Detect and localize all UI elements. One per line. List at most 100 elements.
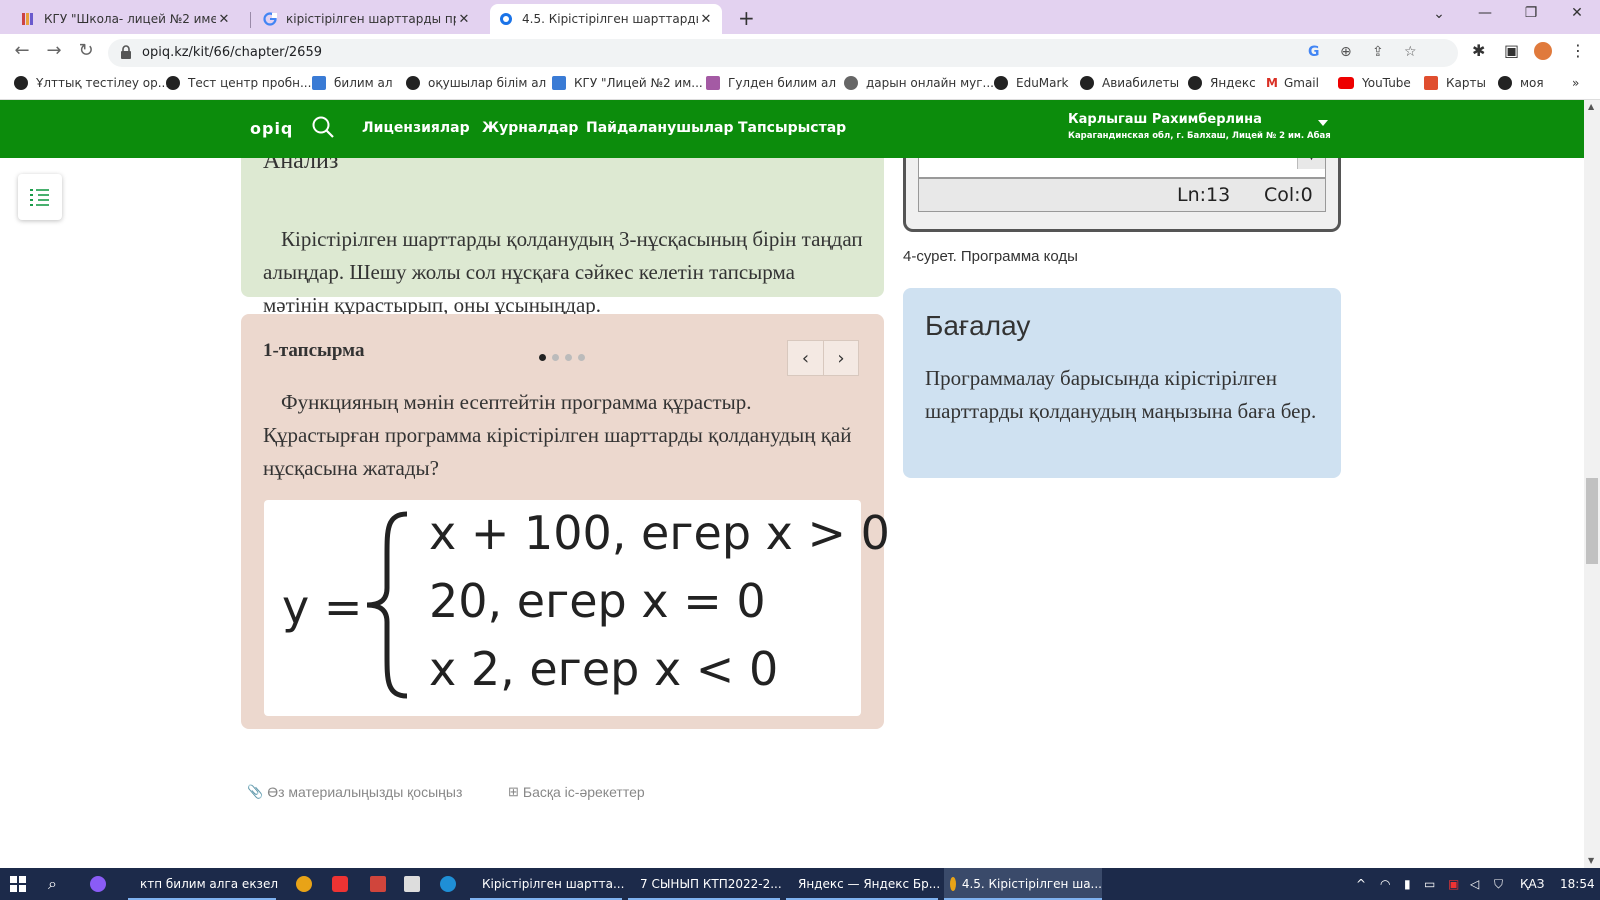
new-tab-button[interactable]: + (738, 6, 755, 30)
bookmark-item[interactable]: EduMark (994, 76, 1068, 90)
zoom-icon[interactable]: ⊕ (1340, 44, 1352, 60)
bookmarks-bar: Ұлттық тестілеу ор... Тест центр пробн..… (0, 70, 1600, 100)
slide-dot[interactable] (539, 354, 546, 361)
scroll-down-arrow-icon[interactable]: ▼ (1588, 856, 1594, 865)
column-indicator: Col:0 (1264, 184, 1313, 206)
formula-case: 20, егер x = 0 (429, 574, 766, 628)
bookmark-item[interactable]: Яндекс (1188, 76, 1256, 90)
bookmark-item[interactable]: Карты (1424, 76, 1486, 90)
paperclip-icon: 📎 (247, 784, 264, 799)
nav-link-licenses[interactable]: Лицензиялар (362, 120, 470, 136)
add-material-link[interactable]: 📎 Өз материалыңызды қосыңыз (247, 784, 462, 800)
reload-button[interactable]: ↻ (74, 40, 98, 61)
tab-title: 4.5. Кірістірілген шарттарды про (522, 12, 698, 26)
forward-button[interactable]: → (42, 40, 66, 61)
feather-icon (844, 76, 858, 90)
prev-slide-button[interactable]: ‹ (788, 341, 823, 375)
card-text: Кірістірілген шарттарды қолданудың 3-нұс… (263, 227, 863, 317)
yandex-icon[interactable] (332, 876, 348, 892)
card-heading: Бағалау (925, 310, 1031, 341)
page-viewport: opiq Лицензиялар Журналдар Пайдаланушыла… (0, 100, 1584, 868)
restore-button[interactable]: ❐ (1516, 5, 1546, 21)
bookmark-item[interactable]: моя (1498, 76, 1544, 90)
site-logo[interactable]: opiq (250, 119, 293, 138)
windows-icon (10, 876, 26, 892)
more-bookmarks-button[interactable]: » (1572, 76, 1579, 90)
search-icon[interactable]: ⌕ (48, 868, 57, 900)
scroll-up-arrow-icon[interactable]: ▲ (1588, 102, 1594, 111)
notepad-icon[interactable] (404, 876, 420, 892)
microphone-icon[interactable]: ▮ (1404, 877, 1411, 891)
volume-icon[interactable]: ◁ (1470, 877, 1479, 891)
bookmark-item[interactable]: оқушылар білім ал (406, 76, 546, 90)
tab-title: кірістірілген шарттарды програ (286, 12, 456, 26)
table-of-contents-button[interactable] (18, 174, 62, 220)
next-slide-button[interactable]: › (823, 341, 858, 375)
bookmark-item[interactable]: КГУ "Лицей №2 им... (552, 76, 703, 90)
bookmark-item[interactable]: Авиабилеты (1080, 76, 1179, 90)
share-icon[interactable]: ⇪ (1372, 44, 1384, 60)
antivirus-icon[interactable]: ▣ (1448, 877, 1459, 891)
nav-link-orders[interactable]: Тапсырыстар (738, 120, 846, 136)
start-button[interactable] (10, 868, 26, 900)
tab-search-icon[interactable]: ⌄ (1424, 6, 1454, 22)
battery-icon[interactable]: ▭ (1424, 877, 1435, 891)
nav-link-users[interactable]: Пайдаланушылар (586, 120, 733, 136)
taskbar-item[interactable]: Яндекс — Яндекс Бр... (786, 868, 940, 900)
bookmark-star-icon[interactable]: ☆ (1404, 44, 1417, 60)
user-name[interactable]: Карлыгаш Рахимберлина (1068, 112, 1262, 127)
browser-tab-active[interactable]: 4.5. Кірістірілген шарттарды про ✕ (490, 4, 722, 34)
chrome-icon[interactable] (296, 876, 312, 892)
chevron-up-icon[interactable]: ^ (1356, 877, 1366, 891)
card-text: Программалау барысында кірістірілген шар… (925, 366, 1317, 423)
bookmark-item[interactable]: дарын онлайн муг... (844, 76, 994, 90)
bookmark-item[interactable]: Гулден билим ал (706, 76, 836, 90)
assistant-icon[interactable] (90, 876, 106, 892)
back-button[interactable]: ← (10, 40, 34, 61)
profile-avatar[interactable] (1534, 42, 1552, 60)
other-actions-link[interactable]: ⊞ Басқа іс-әрекеттер (508, 784, 645, 800)
bookmark-item[interactable]: M Gmail (1266, 76, 1319, 90)
list-icon (30, 189, 49, 206)
slide-dot[interactable] (552, 354, 559, 361)
google-lens-icon[interactable]: G (1308, 44, 1320, 60)
app-grid-icon[interactable] (370, 876, 386, 892)
taskbar-item[interactable]: 7 СЫНЫП КТП2022-2... (628, 868, 782, 900)
menu-icon[interactable]: ⋮ (1570, 41, 1586, 60)
slide-dot[interactable] (578, 354, 585, 361)
close-icon[interactable]: ✕ (216, 12, 232, 27)
figure-caption: 4-сурет. Программа коды (903, 248, 1078, 265)
extensions-icon[interactable]: ✱ (1472, 41, 1485, 60)
bookmark-item[interactable]: YouTube (1338, 76, 1411, 90)
browser-tab[interactable]: кірістірілген шарттарды програ ✕ (254, 4, 480, 34)
scrollbar-thumb[interactable] (1586, 478, 1598, 564)
google-icon (262, 11, 278, 27)
nav-link-journals[interactable]: Журналдар (482, 120, 578, 136)
minimize-button[interactable]: — (1470, 5, 1500, 21)
bookmark-item[interactable]: билим ал (312, 76, 393, 90)
address-toolbar: ← → ↻ opiq.kz/kit/66/chapter/2659 G ⊕ ⇪ … (0, 34, 1600, 70)
edge-icon[interactable] (440, 876, 456, 892)
address-bar[interactable]: opiq.kz/kit/66/chapter/2659 G ⊕ ⇪ ☆ (108, 39, 1458, 67)
chevron-down-icon[interactable] (1318, 120, 1328, 126)
taskbar-item[interactable]: ктп билим алга екзел (128, 868, 278, 900)
close-icon[interactable]: ✕ (456, 12, 472, 27)
bookmark-item[interactable]: Тест центр пробн... (166, 76, 311, 90)
slide-dot[interactable] (565, 354, 572, 361)
shield-icon[interactable]: ⛉ (1494, 877, 1503, 892)
clock[interactable]: 18:54 (1560, 877, 1595, 891)
browser-tab-strip: КГУ "Школа- лицей №2 имени А ✕ кірістірі… (0, 0, 1600, 34)
side-panel-icon[interactable]: ▣ (1504, 41, 1519, 60)
window-close-button[interactable]: ✕ (1562, 5, 1592, 21)
close-icon[interactable]: ✕ (698, 12, 714, 27)
wifi-icon[interactable]: ◠ (1380, 877, 1390, 891)
search-icon[interactable] (312, 116, 334, 138)
bookmark-item[interactable]: Ұлттық тестілеу ор... (14, 76, 169, 90)
page-scrollbar[interactable]: ▲ ▼ (1584, 100, 1600, 868)
browser-tab[interactable]: КГУ "Школа- лицей №2 имени А ✕ (12, 4, 240, 34)
taskbar-item-active[interactable]: 4.5. Кірістірілген ша... (944, 868, 1102, 900)
taskbar-item[interactable]: Кірістірілген шартта... (470, 868, 624, 900)
site-navbar: opiq Лицензиялар Журналдар Пайдаланушыла… (0, 100, 1584, 158)
opiq-icon (498, 11, 514, 27)
language-indicator[interactable]: ҚАЗ (1520, 877, 1544, 891)
